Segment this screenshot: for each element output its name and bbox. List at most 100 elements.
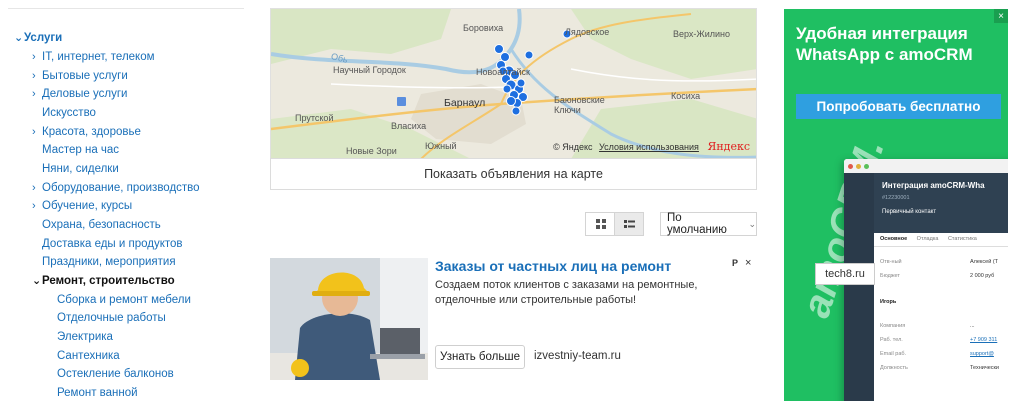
sidebar-item-label: Доставка еды и продуктов xyxy=(42,238,183,250)
sidebar-item-label: Деловые услуги xyxy=(42,88,128,100)
map-copyright-text: © Яндекс xyxy=(553,142,593,152)
app-tab: Основное xyxy=(880,236,908,242)
app-tab: Отладка xyxy=(916,236,939,242)
sidebar-item-label: Праздники, мероприятия xyxy=(42,256,176,268)
chevron-right-icon: › xyxy=(32,70,36,82)
sidebar-item-label: Искусство xyxy=(42,107,96,119)
window-dot-icon xyxy=(848,163,853,169)
grid-view-button[interactable] xyxy=(585,212,615,236)
app-row: Раб. тел. +7 909 311 xyxy=(880,337,998,343)
sidebar-item-label: IT, интернет, телеком xyxy=(42,51,155,63)
chevron-right-icon: › xyxy=(32,126,36,138)
sidebar-subitem-plumbing[interactable]: Сантехника xyxy=(57,348,120,364)
sidebar-item-beauty[interactable]: › Красота, здоровье xyxy=(32,124,141,140)
window-dot-icon xyxy=(856,163,861,169)
sidebar-item-label: Охрана, безопасность xyxy=(42,219,161,231)
app-row: Игорь xyxy=(880,299,897,305)
app-title: Интеграция amoCRM-Wha xyxy=(882,181,985,190)
map-copyright: © Яндекс Условия использования Яндекс xyxy=(553,140,750,153)
sidebar-item-label: Няни, сиделки xyxy=(42,163,119,175)
chevron-right-icon: › xyxy=(32,88,36,100)
chevron-right-icon: › xyxy=(32,200,36,212)
map-label: Верх-Жилино xyxy=(673,29,731,39)
ad-title-link[interactable]: Заказы от частных лиц на ремонт xyxy=(435,258,671,274)
app-sidebar xyxy=(844,173,874,401)
sidebar-subitem-bathroom[interactable]: Ремонт ванной xyxy=(57,385,138,401)
list-icon xyxy=(623,220,635,228)
ad-description: Создаем поток клиентов с заказами на рем… xyxy=(435,279,698,306)
show-on-map-button[interactable]: Показать объявления на карте xyxy=(270,158,757,190)
map-label: Южный xyxy=(425,141,457,151)
map-label: Лядовское xyxy=(565,27,610,37)
sidebar-item-label: Ремонт, строительство xyxy=(42,275,175,287)
sidebar-item-nannies[interactable]: Няни, сиделки xyxy=(42,161,119,177)
ad-marker: P xyxy=(732,258,739,268)
ad-close-button[interactable]: × xyxy=(745,257,751,269)
app-row: Должность Технически xyxy=(880,365,1000,371)
sidebar-item-education[interactable]: › Обучение, курсы xyxy=(32,198,132,214)
watermark: tech8.ru xyxy=(815,263,875,285)
page: ⌄Услуги › IT, интернет, телеком › Бытовые … xyxy=(0,0,1012,401)
sidebar-item-repair-active[interactable]: ⌄Ремонт, строительство xyxy=(32,273,175,289)
map-label: Власиха xyxy=(391,121,427,131)
sidebar-item-label: Услуги xyxy=(24,32,63,44)
app-deal-id: #12230001 xyxy=(882,195,910,201)
sidebar-item-handyman[interactable]: Мастер на час xyxy=(42,142,119,158)
map-label: Барнаул xyxy=(444,97,486,109)
sidebar-item-label: Оборудование, производство xyxy=(42,182,200,194)
app-row: Бюджет 2 000 руб xyxy=(880,273,995,279)
banner-try-free-button[interactable]: Попробовать бесплатно xyxy=(796,94,1001,119)
sidebar-subitem-furniture[interactable]: Сборка и ремонт мебели xyxy=(57,292,191,308)
sidebar-item-label: Обучение, курсы xyxy=(42,200,133,212)
sidebar-item-household[interactable]: › Бытовые услуги xyxy=(32,68,128,84)
app-row: Компания... xyxy=(880,323,975,329)
chevron-right-icon: › xyxy=(32,182,36,194)
ad-image[interactable] xyxy=(270,258,428,380)
sidebar-subitem-electrics[interactable]: Электрика xyxy=(57,329,113,345)
sidebar-item-services[interactable]: ⌄Услуги xyxy=(14,30,62,46)
yandex-logo[interactable]: Яндекс xyxy=(707,140,750,153)
map-label: Новые Зори xyxy=(346,146,397,156)
ad-photo-worker xyxy=(270,258,428,380)
sort-label: По умолчанию xyxy=(667,212,727,236)
sidebar-item-food-delivery[interactable]: Доставка еды и продуктов xyxy=(42,236,183,252)
sidebar-item-events[interactable]: Праздники, мероприятия xyxy=(42,254,176,270)
sidebar-divider xyxy=(8,8,244,9)
map-terms-link[interactable]: Условия использования xyxy=(599,142,699,152)
map-label: Прутской xyxy=(295,113,334,123)
sidebar-item-it[interactable]: › IT, интернет, телеком xyxy=(32,49,155,65)
amocrm-banner[interactable]: × Удобная интеграция WhatsApp с amoCRM П… xyxy=(784,9,1008,401)
ads-map[interactable]: Боровиха Лядовское Верх-Жилино Научный Г… xyxy=(270,8,757,158)
sidebar-item-label: Мастер на час xyxy=(42,144,120,156)
sort-dropdown[interactable]: По умолчанию ⌄ xyxy=(660,212,757,236)
map-label: Научный Городок xyxy=(333,65,406,75)
app-tabs: Основное Отладка Статистика xyxy=(874,233,1008,247)
sidebar-item-label: Бытовые услуги xyxy=(42,70,128,82)
chevron-down-icon: ⌄ xyxy=(14,32,24,44)
map-label: Косиха xyxy=(671,91,701,101)
sidebar-item-label: Красота, здоровье xyxy=(42,126,141,138)
app-row: Email раб. support@ xyxy=(880,351,994,357)
sidebar-item-art[interactable]: Искусство xyxy=(42,105,96,121)
sidebar-subitem-finishing[interactable]: Отделочные работы xyxy=(57,310,166,326)
sidebar-item-business[interactable]: › Деловые услуги xyxy=(32,86,127,102)
sidebar-subitem-balcony[interactable]: Остекление балконов xyxy=(57,366,174,382)
ad-domain[interactable]: izvestniy-team.ru xyxy=(534,350,621,362)
banner-close-button[interactable]: × xyxy=(994,9,1008,23)
app-tab: Статистика xyxy=(947,236,977,242)
app-stage: Первичный контакт xyxy=(882,209,937,215)
sidebar-item-equipment[interactable]: › Оборудование, производство xyxy=(32,180,200,196)
app-row: Отв-ный Алексей (Т xyxy=(880,259,999,265)
grid-icon xyxy=(595,219,606,229)
map-label: Баюновские Ключи xyxy=(554,95,605,115)
app-header: Интеграция amoCRM-Wha #12230001 Первичны… xyxy=(874,173,1008,233)
ad-learn-more-button[interactable]: Узнать больше xyxy=(435,345,525,369)
chevron-down-icon: ⌄ xyxy=(32,275,42,287)
window-dot-icon xyxy=(864,163,869,169)
sidebar-item-security[interactable]: Охрана, безопасность xyxy=(42,217,161,233)
list-view-button[interactable] xyxy=(614,212,644,236)
map-label: Новоалтайск xyxy=(476,67,530,77)
chevron-down-icon: ⌄ xyxy=(748,218,756,229)
map-label: Боровиха xyxy=(463,23,504,33)
banner-title: Удобная интеграция WhatsApp с amoCRM xyxy=(796,24,973,64)
